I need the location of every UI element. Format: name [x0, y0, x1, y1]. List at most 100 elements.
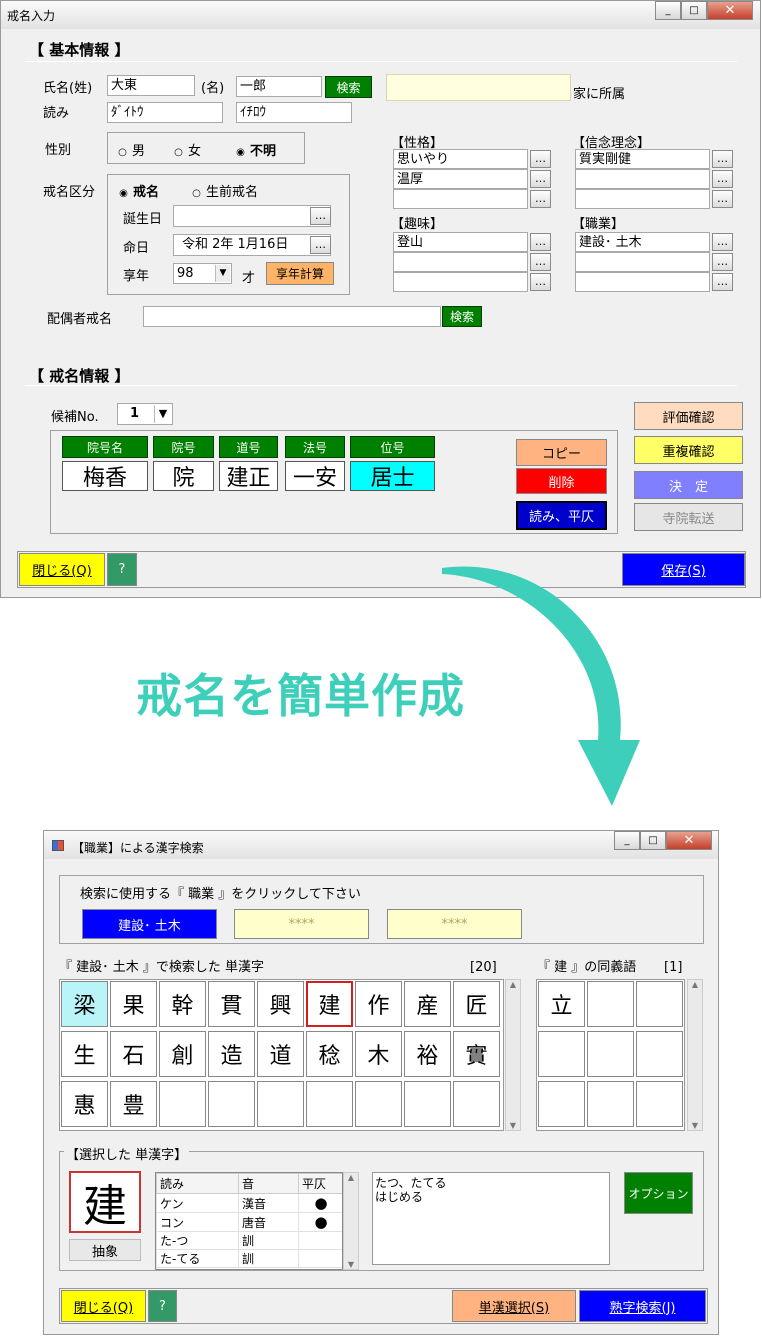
synonym-cell[interactable]	[636, 1031, 683, 1077]
shumi-picker-button[interactable]: …	[530, 233, 551, 251]
temple-transfer-button[interactable]: 寺院転送	[634, 503, 743, 531]
kanji-cell[interactable]: 木	[355, 1031, 402, 1077]
job-button-1[interactable]: 建設･ 土木	[82, 909, 217, 939]
job-button-2[interactable]: ****	[234, 909, 369, 939]
shumi-picker-button[interactable]: …	[530, 273, 551, 291]
kaimyo-part[interactable]: 建正	[219, 461, 278, 491]
gender-male-radio[interactable]: ○ 男	[118, 140, 145, 159]
kanji-cell[interactable]: 作	[355, 981, 402, 1027]
kanji-grid-scrollbar[interactable]: ▲ ▼	[505, 979, 521, 1131]
shinnen-picker-button[interactable]: …	[712, 190, 733, 208]
kanji-cell[interactable]: 稔	[306, 1031, 353, 1077]
minimize-button[interactable]: _	[655, 1, 681, 20]
table-row[interactable]: ケン 漢音 ●	[156, 1193, 342, 1213]
gender-female-radio[interactable]: ○ 女	[174, 140, 201, 159]
decide-button[interactable]: 決 定	[634, 471, 743, 499]
kaimyo-part[interactable]: 梅香	[62, 461, 148, 491]
age-select[interactable]: 98 ▼	[173, 263, 232, 284]
close-window-button[interactable]: ✕	[666, 831, 712, 850]
synonym-cell[interactable]	[587, 1081, 634, 1127]
name-sei-field[interactable]: 大東	[107, 75, 195, 96]
seikaku-field[interactable]: 温厚	[393, 169, 528, 189]
help-button[interactable]: ?	[148, 1290, 177, 1322]
kanji-cell[interactable]	[208, 1081, 255, 1127]
synonym-cell[interactable]	[587, 1031, 634, 1077]
kanji-cell[interactable]	[306, 1081, 353, 1127]
kubun-kaimyo-radio[interactable]: ◉ 戒名	[119, 181, 159, 200]
kubun-seizen-radio[interactable]: ○ 生前戒名	[192, 181, 258, 200]
kanji-cell[interactable]: 造	[208, 1031, 255, 1077]
yomi-hyosoku-button[interactable]: 読み、平仄	[516, 501, 607, 530]
synonym-cell[interactable]: 立	[538, 981, 585, 1027]
shumi-field[interactable]	[393, 272, 528, 292]
kanji-cell[interactable]: 貫	[208, 981, 255, 1027]
spouse-field[interactable]	[143, 306, 441, 327]
shinnen-field[interactable]	[575, 169, 710, 189]
shinnen-picker-button[interactable]: …	[712, 170, 733, 188]
kanji-cell[interactable]: 匠	[453, 981, 500, 1027]
close-button[interactable]: 閉じる(Q)	[19, 553, 105, 586]
kanji-cell[interactable]: 惠	[61, 1081, 108, 1127]
single-kanji-select-button[interactable]: 単漢選択(S)	[452, 1290, 576, 1322]
shinnen-field[interactable]	[575, 189, 710, 209]
kanji-cell[interactable]: 果	[110, 981, 157, 1027]
eval-button[interactable]: 評価確認	[634, 402, 743, 430]
synonym-cell[interactable]	[538, 1081, 585, 1127]
spouse-search-button[interactable]: 検索	[442, 306, 482, 327]
help-button[interactable]: ?	[107, 553, 137, 586]
kanji-cell[interactable]: 建	[306, 981, 353, 1027]
kaimyo-part[interactable]: 一安	[285, 461, 345, 491]
seikaku-picker-button[interactable]: …	[530, 150, 551, 168]
copy-button[interactable]: コピー	[516, 439, 607, 466]
kanji-cell[interactable]	[159, 1081, 206, 1127]
jukugo-search-button[interactable]: 熟字検索(J)	[579, 1290, 706, 1322]
maximize-button[interactable]: □	[640, 831, 666, 850]
job-button-3[interactable]: ****	[387, 909, 522, 939]
shokugyo-picker-button[interactable]: …	[712, 273, 733, 291]
synonym-grid-scrollbar[interactable]: ▲ ▼	[687, 979, 703, 1131]
kanji-cell[interactable]: 産	[404, 981, 451, 1027]
kanji-cell[interactable]: 石	[110, 1031, 157, 1077]
minimize-button[interactable]: _	[614, 831, 640, 850]
kaimyo-part[interactable]: 院	[153, 461, 214, 491]
kaimyo-part[interactable]: 居士	[350, 461, 435, 491]
shumi-field[interactable]: 登山	[393, 232, 528, 252]
kanji-cell[interactable]: 豊	[110, 1081, 157, 1127]
seikaku-field[interactable]: 思いやり	[393, 149, 528, 169]
table-row[interactable]: た-てる訓	[156, 1249, 342, 1268]
kanji-cell[interactable]: 裕	[404, 1031, 451, 1077]
birth-picker-button[interactable]: …	[310, 207, 331, 225]
chevron-down-icon[interactable]: ▼	[154, 405, 171, 423]
kanji-cell[interactable]: 梁	[61, 981, 108, 1027]
age-calc-button[interactable]: 享年計算	[266, 262, 334, 285]
kanji-cell[interactable]: 幹	[159, 981, 206, 1027]
kanji-cell[interactable]	[355, 1081, 402, 1127]
kanji-cell[interactable]	[453, 1081, 500, 1127]
kanji-cell[interactable]	[404, 1081, 451, 1127]
close-button[interactable]: 閉じる(Q)	[61, 1290, 146, 1322]
shokugyo-field[interactable]	[575, 252, 710, 272]
synonym-cell[interactable]	[538, 1031, 585, 1077]
candidate-select[interactable]: 1 ▼	[117, 403, 173, 425]
name-search-button[interactable]: 検索	[325, 76, 372, 98]
kanji-cell[interactable]: 生	[61, 1031, 108, 1077]
shumi-field[interactable]	[393, 252, 528, 272]
close-window-button[interactable]: ✕	[707, 1, 753, 20]
table-row[interactable]: コン 唐音 ●	[156, 1212, 342, 1232]
chevron-down-icon[interactable]: ▼	[215, 265, 230, 282]
seikaku-picker-button[interactable]: …	[530, 170, 551, 188]
shokugyo-picker-button[interactable]: …	[712, 233, 733, 251]
abstract-button[interactable]: 抽象	[69, 1239, 141, 1261]
shumi-picker-button[interactable]: …	[530, 253, 551, 271]
kanji-cell[interactable]: 實	[453, 1031, 500, 1077]
shinnen-field[interactable]: 質実剛健	[575, 149, 710, 169]
death-field[interactable]: 令和 2年 1月16日	[173, 234, 331, 256]
kanji-cell[interactable]: 道	[257, 1031, 304, 1077]
synonym-cell[interactable]	[587, 981, 634, 1027]
shokugyo-field[interactable]: 建設･ 土木	[575, 232, 710, 252]
yomi-sei-field[interactable]: ﾀﾞｲﾄｳ	[107, 102, 223, 123]
reading-textbox[interactable]: たつ、たてる はじめる	[372, 1172, 610, 1265]
option-button[interactable]: オプション	[624, 1172, 693, 1214]
gender-unknown-radio[interactable]: ◉ 不明	[236, 140, 276, 159]
kanji-cell[interactable]: 興	[257, 981, 304, 1027]
